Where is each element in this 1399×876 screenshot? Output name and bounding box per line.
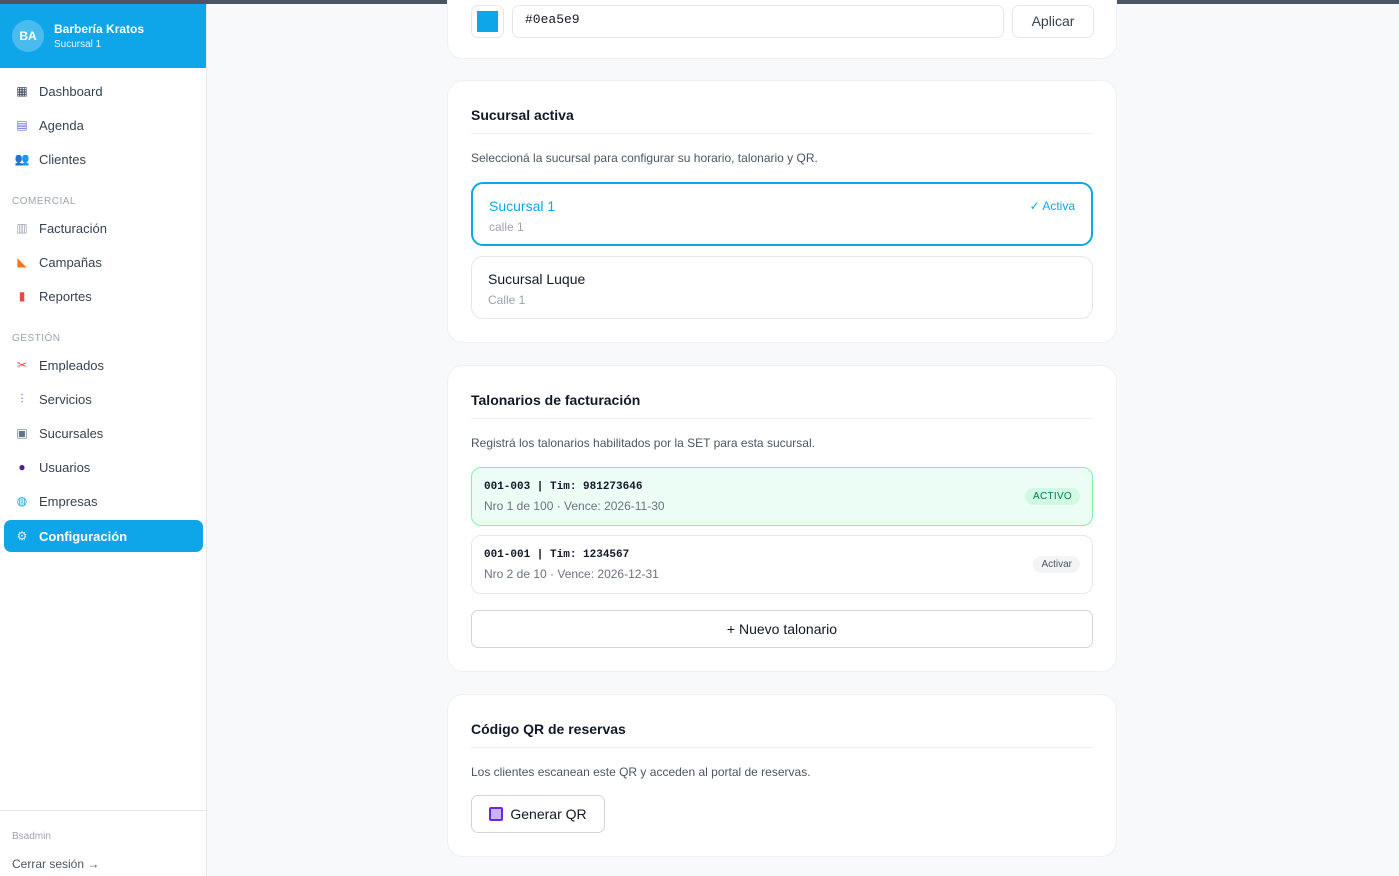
sidebar-item-label: Facturación <box>39 220 107 236</box>
sidebar-item-label: Empleados <box>39 357 105 373</box>
sidebar-item-label: Sucursales <box>39 425 104 441</box>
calendar-icon: ▤ <box>16 118 28 132</box>
section-label-gestion: GESTIÓN <box>12 333 61 344</box>
card-description: Registrá los talonarios habilitados por … <box>471 436 815 450</box>
branch-address: Calle 1 <box>488 293 526 307</box>
branch-name: Sucursal Luque <box>488 271 586 287</box>
chart-icon: ▮ <box>18 289 26 303</box>
gear-icon: ⚙ <box>16 529 28 543</box>
section-label-comercial: COMERCIAL <box>12 196 76 207</box>
talonarios-card: Talonarios de facturación Registrá los t… <box>447 365 1117 672</box>
sidebar-item-facturacion[interactable]: ▥ Facturación <box>4 212 203 244</box>
qr-card: Código QR de reservas Los clientes escan… <box>447 694 1117 857</box>
sidebar-item-reportes[interactable]: ▮ Reportes <box>4 280 203 312</box>
branch-option-sucursal-luque[interactable]: Sucursal Luque Calle 1 <box>471 256 1093 319</box>
talonario-row[interactable]: 001-001 | Tim: 1234567 Nro 2 de 10 · Ven… <box>471 535 1093 594</box>
current-user: Bsadmin <box>12 831 51 842</box>
sidebar-item-campanas[interactable]: ◣ Campañas <box>4 246 203 278</box>
sidebar-item-configuracion[interactable]: ⚙ Configuración <box>4 520 203 552</box>
card-title: Código QR de reservas <box>471 721 626 737</box>
divider <box>471 133 1093 134</box>
new-talonario-button[interactable]: + Nuevo talonario <box>471 610 1093 648</box>
sidebar-footer: Bsadmin Cerrar sesión → <box>0 810 206 871</box>
active-flag: ✓ Activa <box>1029 199 1075 213</box>
qr-icon <box>489 807 504 821</box>
branch-address: calle 1 <box>489 220 524 234</box>
sidebar-item-clientes[interactable]: 👥 Clientes <box>4 143 203 175</box>
branch-option-sucursal-1[interactable]: Sucursal 1 calle 1 ✓ Activa <box>471 182 1093 246</box>
active-branch-card: Sucursal activa Seleccioná la sucursal p… <box>447 80 1117 343</box>
status-badge: ACTIVO <box>1024 488 1080 505</box>
generate-qr-button[interactable]: Generar QR <box>471 795 605 833</box>
sidebar-item-label: Servicios <box>39 391 92 407</box>
user-icon: ● <box>18 460 26 474</box>
scissors-icon: ✂ <box>16 358 28 372</box>
barber-pole-icon: ⫶ <box>20 391 24 406</box>
sidebar-item-label: Usuarios <box>39 459 91 475</box>
avatar: BA <box>12 20 44 52</box>
card-title: Sucursal activa <box>471 107 574 123</box>
sidebar-item-label: Agenda <box>39 117 84 133</box>
sidebar-item-label: Configuración <box>39 528 128 544</box>
brand-header[interactable]: BA Barbería Kratos Sucursal 1 <box>0 4 206 68</box>
divider <box>471 747 1093 748</box>
talonario-code: 001-003 | Tim: 981273646 <box>484 481 643 493</box>
sidebar-item-label: Campañas <box>39 254 102 270</box>
sidebar-item-label: Clientes <box>39 151 86 167</box>
talonario-meta: Nro 2 de 10 · Vence: 2026-12-31 <box>484 567 659 581</box>
activate-button[interactable]: Activar <box>1033 556 1080 573</box>
card-description: Los clientes escanean este QR y acceden … <box>471 765 811 779</box>
sidebar-item-label: Reportes <box>39 288 92 304</box>
business-name: Barbería Kratos <box>54 22 145 36</box>
brand-color-card: #0ea5e9 Aplicar <box>447 0 1117 59</box>
generate-qr-label: Generar QR <box>510 806 587 822</box>
card-description: Seleccioná la sucursal para configurar s… <box>471 151 818 165</box>
sidebar: BA Barbería Kratos Sucursal 1 ▦ Dashboar… <box>0 4 207 876</box>
sidebar-item-label: Empresas <box>39 493 98 509</box>
card-title: Talonarios de facturación <box>471 392 641 408</box>
talonario-meta: Nro 1 de 100 · Vence: 2026-11-30 <box>484 499 665 513</box>
sidebar-item-agenda[interactable]: ▤ Agenda <box>4 109 203 141</box>
receipt-icon: ▥ <box>16 221 28 235</box>
people-icon: 👥 <box>14 152 30 166</box>
sidebar-item-empleados[interactable]: ✂ Empleados <box>4 349 203 381</box>
branch-name: Sucursal 1 <box>489 198 556 214</box>
sidebar-item-usuarios[interactable]: ● Usuarios <box>4 451 203 483</box>
talonario-row[interactable]: 001-003 | Tim: 981273646 Nro 1 de 100 · … <box>471 467 1093 526</box>
megaphone-icon: ◣ <box>17 255 27 269</box>
logout-link[interactable]: Cerrar sesión → <box>12 857 99 871</box>
sidebar-item-label: Dashboard <box>39 83 103 99</box>
grid-icon: ▦ <box>16 84 28 98</box>
current-branch: Sucursal 1 <box>54 39 102 50</box>
sidebar-item-sucursales[interactable]: ▣ Sucursales <box>4 417 203 449</box>
talonario-code: 001-001 | Tim: 1234567 <box>484 549 630 561</box>
globe-icon: ◍ <box>16 494 28 508</box>
divider <box>471 418 1093 419</box>
color-swatch[interactable] <box>471 5 504 38</box>
sidebar-item-servicios[interactable]: ⫶ Servicios <box>4 383 203 415</box>
sidebar-item-empresas[interactable]: ◍ Empresas <box>4 485 203 517</box>
color-hex-input[interactable]: #0ea5e9 <box>512 5 1004 38</box>
color-swatch-fill <box>477 11 498 32</box>
apply-color-button[interactable]: Aplicar <box>1012 5 1094 38</box>
building-icon: ▣ <box>16 426 28 440</box>
sidebar-item-dashboard[interactable]: ▦ Dashboard <box>4 75 203 107</box>
